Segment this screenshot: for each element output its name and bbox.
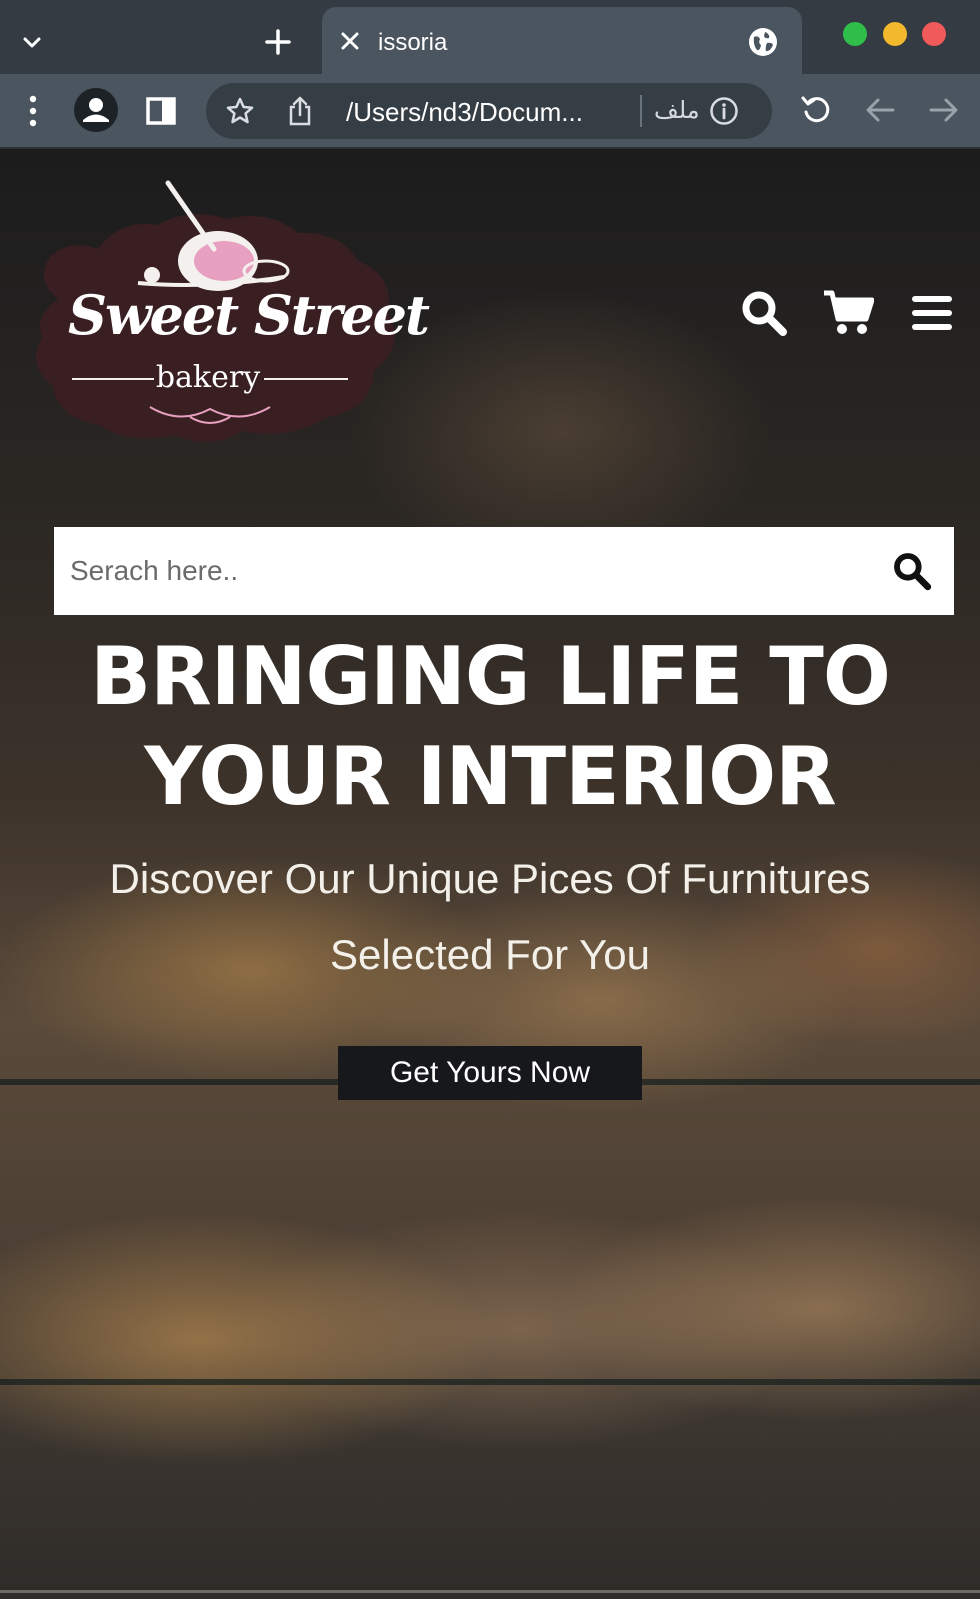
active-tab[interactable]: issoria: [322, 7, 802, 74]
plus-icon: [265, 29, 291, 55]
forward-button[interactable]: [926, 92, 962, 128]
tab-favicon: [746, 25, 780, 59]
address-bar[interactable]: /Users/nd3/Docum... ملف: [206, 83, 772, 139]
site-info-button[interactable]: [708, 95, 740, 127]
browser-toolbar: /Users/nd3/Docum... ملف: [0, 74, 980, 148]
get-yours-now-button[interactable]: Get Yours Now: [338, 1046, 642, 1100]
star-icon: [226, 97, 254, 124]
reload-icon: [801, 96, 830, 123]
header-search-button[interactable]: [736, 285, 792, 341]
tab-close-button[interactable]: [336, 27, 364, 55]
globe-icon: [749, 28, 777, 56]
file-scheme-label: ملف: [654, 97, 700, 124]
logo-brand-text: Sweet Street: [68, 283, 430, 347]
tab-search-dropdown[interactable]: [14, 24, 50, 60]
url-text: /Users/nd3/Docum...: [346, 97, 583, 127]
search-form: [54, 527, 954, 615]
back-arrow-icon: [866, 98, 895, 122]
logo-divider-right: [264, 378, 348, 380]
omnibox-divider: [640, 95, 642, 127]
window-close-button[interactable]: [922, 22, 946, 46]
sidebar-toggle-button[interactable]: [144, 94, 178, 128]
bookmark-button[interactable]: [224, 95, 256, 127]
page-bottom-divider: [0, 1590, 980, 1593]
share-icon: [289, 96, 311, 126]
back-button[interactable]: [862, 92, 898, 128]
search-icon: [742, 291, 787, 336]
menu-dots-icon: [29, 95, 37, 127]
window-minimize-button[interactable]: [883, 22, 907, 46]
info-icon: [710, 97, 738, 125]
search-submit-button[interactable]: [890, 549, 934, 593]
header-menu-button[interactable]: [906, 287, 958, 339]
logo-flourish: [149, 406, 271, 424]
tab-title: issoria: [378, 29, 448, 56]
share-button[interactable]: [284, 95, 316, 127]
sidebar-icon: [146, 97, 176, 125]
hero-subtitle: Discover Our Unique Pices Of Furnitures …: [109, 855, 871, 978]
search-icon: [894, 553, 932, 591]
chevron-down-icon: [23, 37, 41, 48]
forward-arrow-icon: [929, 98, 958, 122]
profile-button[interactable]: [72, 86, 120, 134]
hero-title: BRINGING LIFE TO YOUR INTERIOR: [90, 630, 891, 823]
cart-icon: [824, 290, 874, 334]
header-cart-button[interactable]: [820, 285, 876, 341]
logo-divider-left: [72, 378, 154, 380]
new-tab-button[interactable]: [258, 22, 298, 62]
search-input[interactable]: [70, 527, 870, 615]
window-maximize-button[interactable]: [843, 22, 867, 46]
hero-background-shelf: [0, 1379, 980, 1385]
reload-button[interactable]: [798, 92, 834, 128]
profile-icon: [74, 88, 118, 132]
close-icon: [341, 32, 359, 50]
browser-tabstrip: issoria: [0, 0, 980, 74]
web-page: Sweet Street bakery Serach here.. BRINGI…: [0, 149, 980, 1599]
bakery-logo[interactable]: Sweet Street bakery: [28, 179, 430, 449]
hamburger-icon: [912, 296, 952, 330]
logo-subtitle: bakery: [155, 360, 261, 395]
browser-menu-button[interactable]: [18, 92, 48, 130]
